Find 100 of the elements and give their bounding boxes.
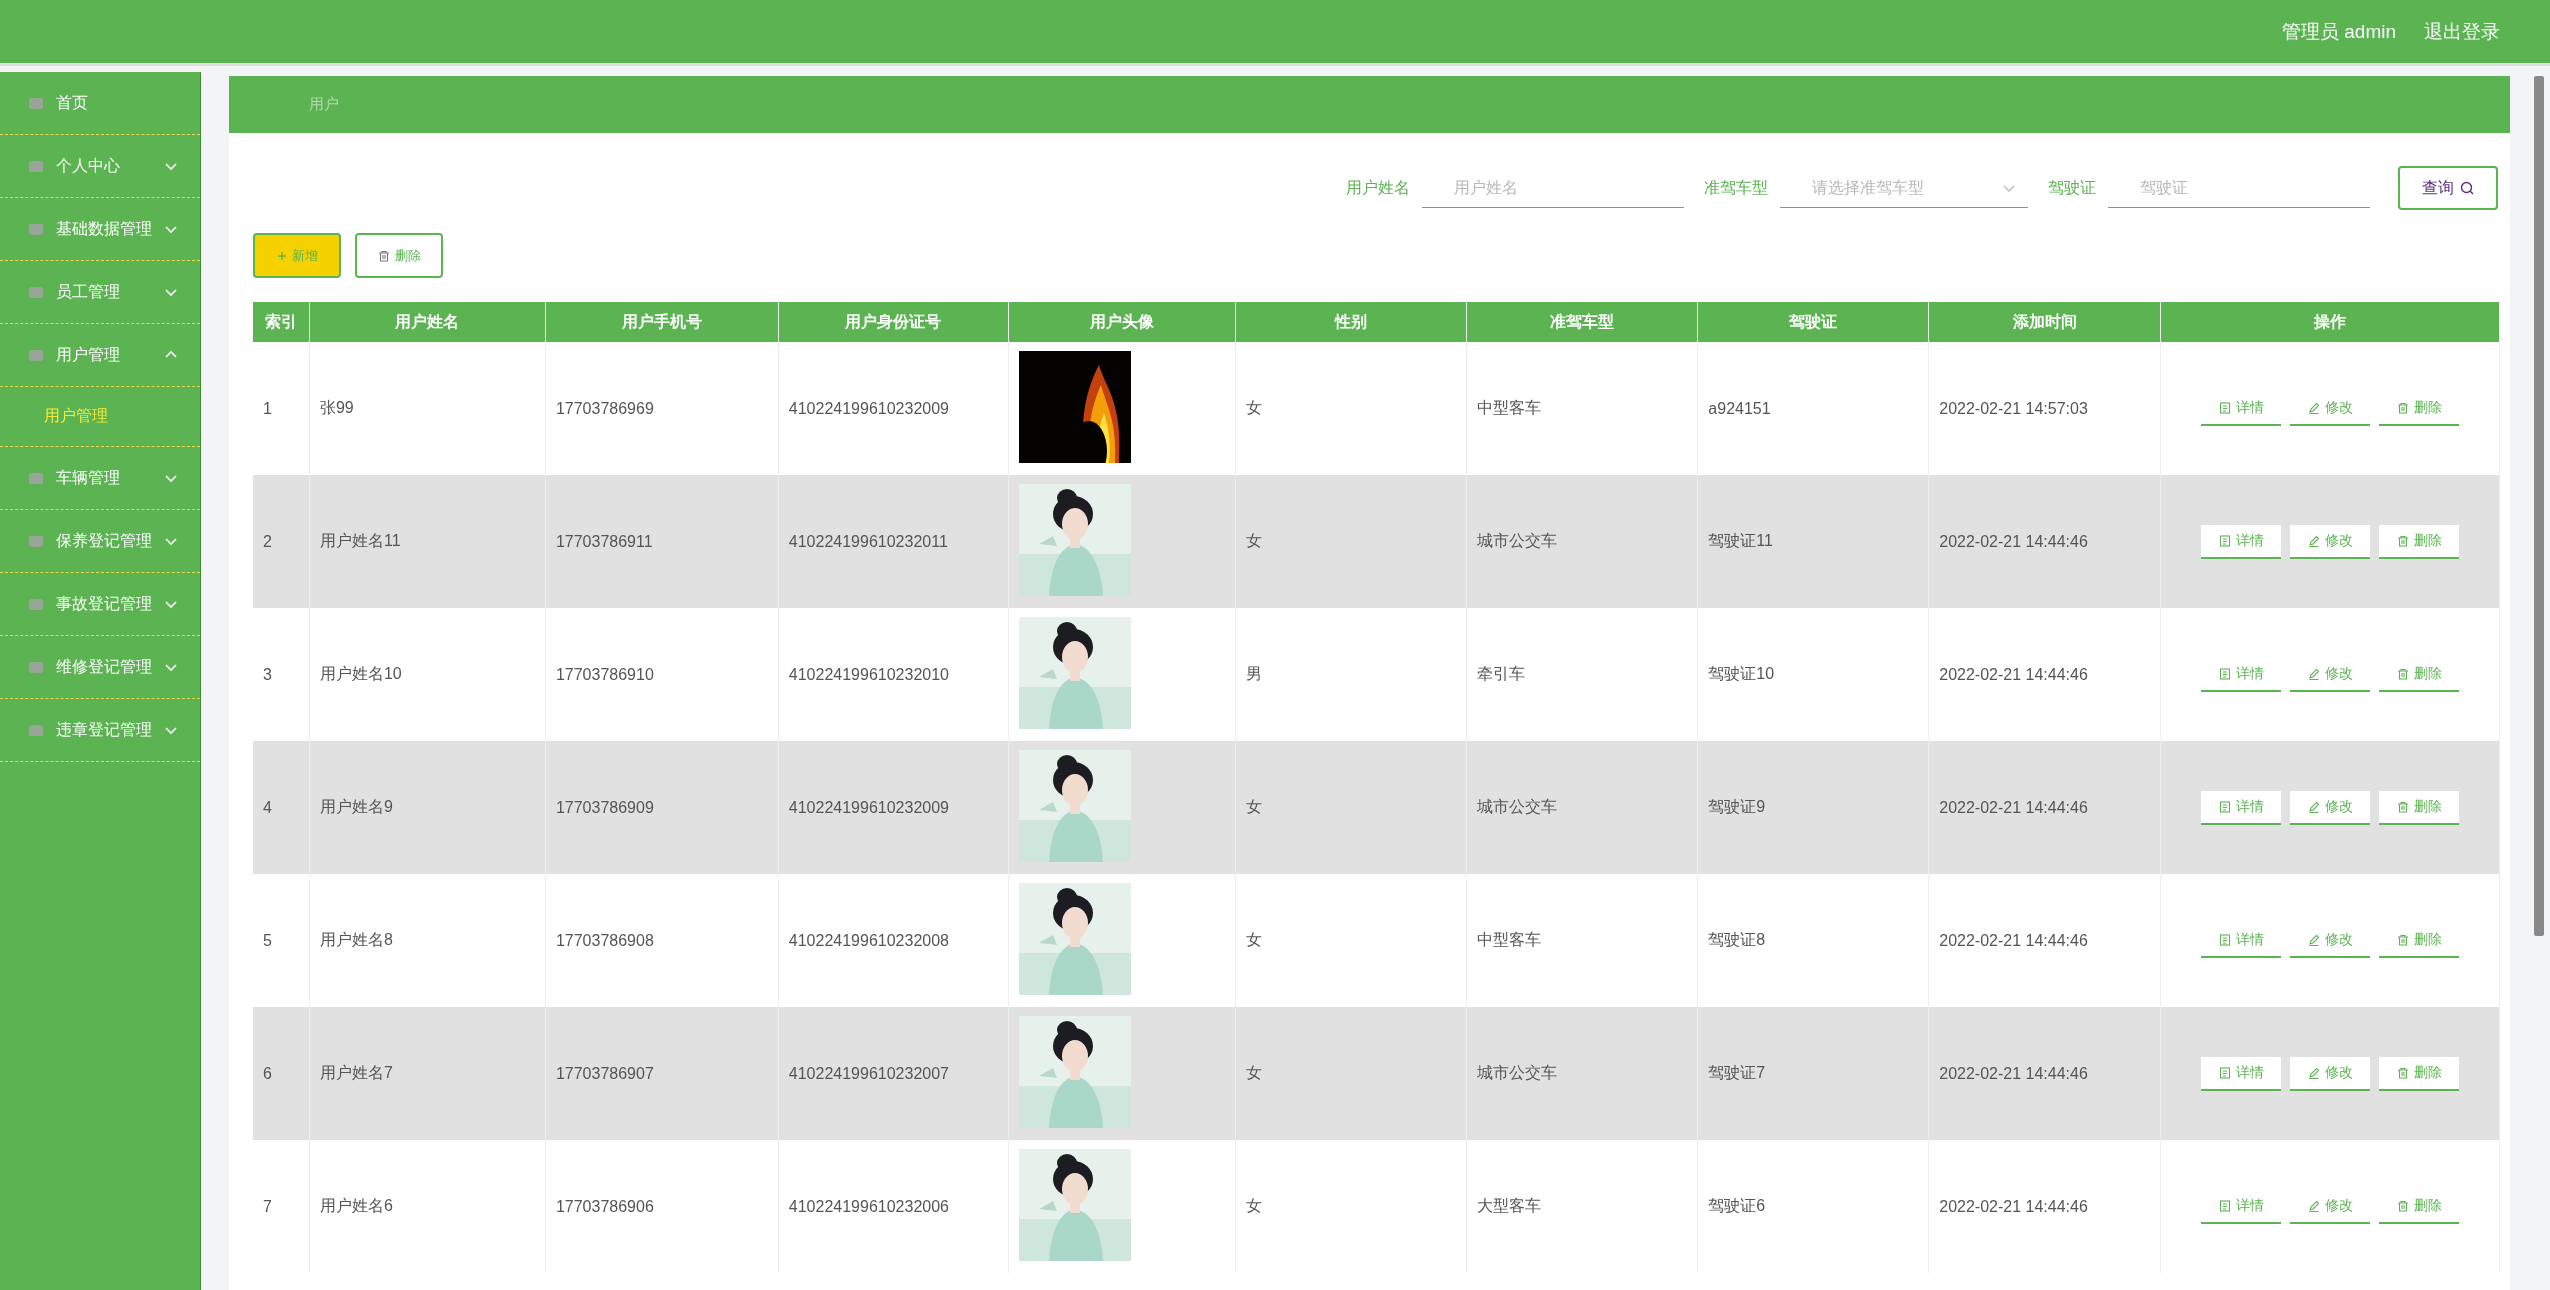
menu-item[interactable]: 员工管理: [56, 281, 120, 303]
pencil-icon: [2307, 534, 2320, 547]
vehicle-type: 大型客车: [1477, 1197, 1542, 1214]
edit-button[interactable]: 修改: [2290, 790, 2371, 825]
vehicle-type: 城市公交车: [1477, 1064, 1558, 1081]
row-index: 7: [263, 1197, 272, 1215]
menu-item[interactable]: 事故登记管理: [56, 593, 152, 615]
id-number: 410224199610232010: [788, 665, 949, 683]
input-field[interactable]: 用户姓名: [1422, 168, 1684, 208]
created-time: 2022-02-21 14:44:46: [1939, 1064, 2088, 1082]
vehicle-type: 牵引车: [1477, 665, 1526, 682]
created-time: 2022-02-21 14:44:46: [1939, 665, 2088, 683]
license-number: 驾驶证11: [1708, 532, 1773, 549]
license-number: 驾驶证7: [1708, 1064, 1766, 1081]
trash-icon: [2396, 534, 2409, 547]
row-index: 4: [263, 798, 272, 816]
menu-icon: [28, 95, 44, 111]
delete-button[interactable]: 删除: [355, 233, 443, 278]
document-icon: [2218, 401, 2231, 414]
id-number: 410224199610232006: [788, 1197, 949, 1215]
column-header: 驾驶证: [1697, 302, 1929, 342]
created-time: 2022-02-21 14:44:46: [1939, 1197, 2088, 1215]
details-button[interactable]: 详情: [2201, 790, 2282, 825]
id-number: 410224199610232009: [788, 399, 949, 417]
license-number: 驾驶证8: [1708, 931, 1766, 948]
trash-icon: [2396, 1199, 2409, 1212]
menu-item[interactable]: 用户管理: [56, 344, 120, 366]
select-field[interactable]: 请选择准驾车型: [1780, 168, 2028, 208]
delete-button[interactable]: 删除: [2379, 524, 2460, 559]
column-header: 索引: [253, 302, 310, 342]
menu-icon: [28, 533, 44, 549]
gender: 女: [1245, 1197, 1262, 1214]
breadcrumb[interactable]: 用户: [309, 95, 339, 114]
user-name: 张99: [319, 399, 354, 416]
field-label: 准驾车型: [1704, 177, 1768, 198]
user-name: 用户姓名11: [319, 532, 401, 549]
column-header: 用户头像: [1008, 302, 1236, 342]
license-number: a924151: [1708, 399, 1771, 417]
document-icon: [2218, 534, 2231, 547]
delete-button[interactable]: 删除: [2379, 790, 2460, 825]
menu-icon: [28, 470, 44, 486]
menu-item[interactable]: 个人中心: [56, 155, 120, 177]
phone-number: 17703786910: [555, 665, 654, 683]
document-icon: [2218, 1066, 2231, 1079]
edit-button[interactable]: 修改: [2290, 1056, 2371, 1091]
submenu-item[interactable]: 用户管理: [44, 406, 108, 427]
details-button[interactable]: 详情: [2201, 1056, 2282, 1091]
menu-icon: [28, 284, 44, 300]
user-name: 用户姓名6: [319, 1197, 393, 1214]
delete-button[interactable]: 删除: [2379, 1056, 2460, 1091]
phone-number: 17703786911: [555, 532, 653, 550]
add-button[interactable]: 新增: [253, 233, 341, 278]
pencil-icon: [2307, 667, 2320, 680]
menu-item[interactable]: 基础数据管理: [56, 218, 152, 240]
menu-item[interactable]: 保养登记管理: [56, 530, 152, 552]
search-button[interactable]: 查询: [2398, 166, 2498, 210]
user-name: 用户姓名7: [319, 1064, 393, 1081]
column-header: 性别: [1235, 302, 1467, 342]
user-name: 用户姓名9: [319, 798, 393, 815]
gender: 男: [1245, 665, 1262, 682]
gender: 女: [1245, 931, 1262, 948]
column-header: 添加时间: [1928, 302, 2161, 342]
row-index: 2: [263, 532, 272, 550]
row-index: 3: [263, 665, 272, 683]
user-name: 用户姓名10: [319, 665, 402, 682]
document-icon: [2218, 1199, 2231, 1212]
gender: 女: [1245, 1064, 1262, 1081]
created-time: 2022-02-21 14:44:46: [1939, 931, 2088, 949]
menu-item[interactable]: 首页: [56, 92, 88, 114]
menu-item[interactable]: 违章登记管理: [56, 719, 152, 741]
input-field[interactable]: 驾驶证: [2108, 168, 2370, 208]
menu-item[interactable]: 维修登记管理: [56, 656, 152, 678]
column-header: 用户手机号: [545, 302, 779, 342]
created-time: 2022-02-21 14:44:46: [1939, 798, 2088, 816]
menu-icon: [28, 659, 44, 675]
pencil-icon: [2307, 1066, 2320, 1079]
scrollbar[interactable]: [2534, 76, 2544, 936]
trash-icon: [2396, 667, 2409, 680]
column-header: 用户身份证号: [778, 302, 1009, 342]
vehicle-type: 城市公交车: [1477, 798, 1558, 815]
menu-icon: [28, 158, 44, 174]
created-time: 2022-02-21 14:57:03: [1939, 399, 2088, 417]
row-index: 1: [263, 399, 272, 417]
column-header: 用户姓名: [309, 302, 546, 342]
logout-link[interactable]: 退出登录: [2424, 18, 2500, 45]
field-label: 用户姓名: [1346, 177, 1410, 198]
id-number: 410224199610232011: [788, 532, 948, 550]
row-index: 5: [263, 931, 272, 949]
license-number: 驾驶证10: [1708, 665, 1775, 682]
trash-icon: [2396, 1066, 2409, 1079]
edit-button[interactable]: 修改: [2290, 524, 2371, 559]
menu-item[interactable]: 车辆管理: [56, 467, 120, 489]
license-number: 驾驶证6: [1708, 1197, 1766, 1214]
plus-icon: [276, 250, 287, 261]
field-label: 驾驶证: [2048, 177, 2096, 198]
id-number: 410224199610232008: [788, 931, 949, 949]
trash-icon: [377, 249, 390, 262]
details-button[interactable]: 详情: [2201, 524, 2282, 559]
id-number: 410224199610232007: [788, 1064, 949, 1082]
phone-number: 17703786969: [555, 399, 654, 417]
